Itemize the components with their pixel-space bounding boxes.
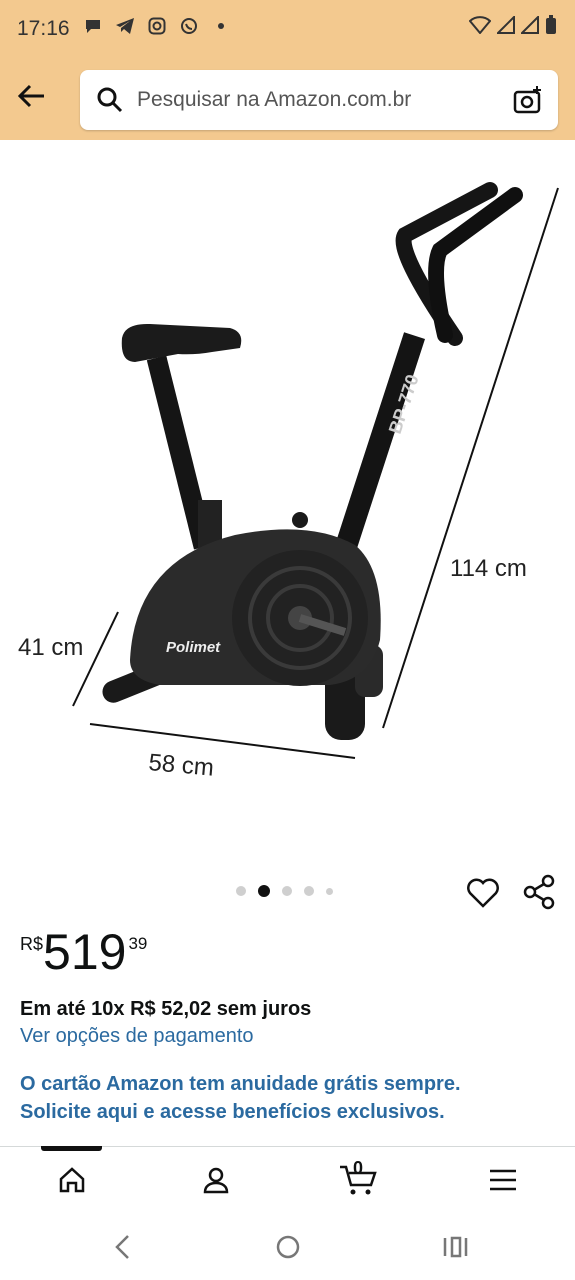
image-gallery-dots[interactable]: [236, 885, 333, 897]
account-icon[interactable]: [196, 1160, 236, 1200]
status-time: 17:16: [17, 17, 70, 40]
exercise-bike-illustration: BP-770 Polimet: [102, 182, 523, 740]
dot-icon: [210, 15, 232, 37]
amazon-card-promo[interactable]: O cartão Amazon tem anuidade grátis semp…: [20, 1070, 461, 1126]
home-icon[interactable]: [52, 1160, 92, 1200]
notification-icons: [82, 15, 232, 37]
cart-icon[interactable]: 0: [338, 1158, 378, 1200]
gallery-dot-active[interactable]: [258, 885, 270, 897]
product-image[interactable]: 114 cm 41 cm 58 cm BP-770 Polimet: [0, 140, 575, 860]
depth-label: 41 cm: [18, 634, 83, 661]
battery-icon: [545, 15, 557, 40]
back-arrow-icon[interactable]: [14, 78, 50, 114]
chat-bubble-icon: [82, 15, 104, 37]
heart-icon[interactable]: [466, 876, 500, 910]
gallery-dot[interactable]: [326, 887, 333, 895]
system-navigation: [0, 1212, 575, 1280]
system-status-icons: [468, 14, 557, 40]
menu-icon[interactable]: [483, 1160, 523, 1200]
promo-line-1: O cartão Amazon tem anuidade grátis semp…: [20, 1073, 461, 1095]
price-fraction: 39: [128, 934, 148, 953]
payment-options-link[interactable]: Ver opções de pagamento: [20, 1025, 254, 1048]
system-recents-icon[interactable]: [440, 1232, 470, 1262]
search-bar[interactable]: Pesquisar na Amazon.com.br: [80, 70, 558, 130]
gallery-dot[interactable]: [236, 886, 246, 896]
status-bar: 17:16: [0, 0, 575, 58]
wifi-icon: [468, 16, 492, 39]
gallery-dot[interactable]: [282, 886, 292, 896]
search-input[interactable]: Pesquisar na Amazon.com.br: [137, 88, 411, 112]
camera-icon[interactable]: [512, 84, 544, 116]
height-label: 114 cm: [450, 555, 527, 582]
share-icon[interactable]: [522, 874, 556, 910]
gallery-dot[interactable]: [304, 886, 314, 896]
telegram-icon: [114, 15, 136, 37]
header-bar: Pesquisar na Amazon.com.br: [0, 58, 575, 140]
system-home-icon[interactable]: [273, 1232, 303, 1262]
active-tab-indicator: [41, 1146, 102, 1151]
whatsapp-icon: [178, 15, 200, 37]
signal-icon: [495, 14, 515, 39]
price: R$ 519 39: [20, 920, 147, 984]
instagram-icon: [146, 15, 168, 37]
installments-text: Em até 10x R$ 52,02 sem juros: [20, 998, 312, 1020]
bottom-navigation: 0: [0, 1152, 575, 1212]
brand-label: Polimet: [166, 639, 221, 656]
signal-icon: [519, 14, 539, 39]
width-label: 58 cm: [147, 749, 214, 782]
system-back-icon[interactable]: [108, 1232, 138, 1262]
promo-line-2: Solicite aqui e acesse benefícios exclus…: [20, 1101, 445, 1123]
price-currency: R$: [20, 934, 44, 954]
cart-count: 0: [353, 1158, 364, 1178]
price-whole: 519: [43, 924, 127, 980]
search-icon: [96, 86, 124, 114]
